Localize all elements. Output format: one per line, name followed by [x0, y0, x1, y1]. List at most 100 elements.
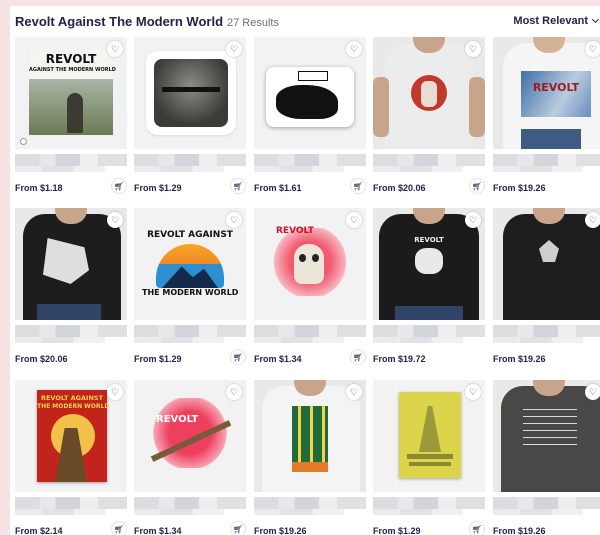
product-image[interactable]: REVOLT AGAINST THE MODERN WORLD ♡	[134, 208, 246, 320]
page-title: Revolt Against The Modern World 27 Result…	[15, 14, 279, 29]
product-title-redacted	[15, 154, 127, 166]
add-to-cart-icon[interactable]: 🛒︎	[469, 521, 485, 535]
add-to-cart-icon[interactable]: 🛒︎	[469, 178, 485, 194]
product-title-redacted	[134, 325, 246, 337]
product-price: From $19.26	[493, 526, 546, 535]
search-title: Revolt Against The Modern World	[15, 14, 224, 29]
product-card[interactable]: REVOLT ♡ From $1.34 🛒︎	[254, 208, 366, 376]
product-image[interactable]: ♡	[15, 208, 127, 320]
sticker-text-top: REVOLT AGAINST	[147, 230, 233, 240]
heart-icon[interactable]: ♡	[226, 41, 242, 57]
product-image[interactable]: ♡	[373, 37, 485, 149]
product-title-redacted	[373, 325, 485, 337]
product-card[interactable]: ♡ From $19.26	[493, 380, 600, 535]
add-to-cart-icon[interactable]: 🛒︎	[111, 521, 127, 535]
product-price: From $19.26	[493, 354, 546, 364]
product-image[interactable]: ♡	[493, 380, 600, 492]
product-subtitle-redacted	[493, 166, 583, 172]
product-image[interactable]: ♡	[254, 37, 366, 149]
color-option-dot[interactable]	[20, 138, 27, 145]
heart-icon[interactable]: ♡	[465, 212, 481, 228]
product-title-redacted	[254, 325, 366, 337]
sort-label: Most Relevant	[513, 15, 588, 27]
heart-icon[interactable]: ♡	[585, 384, 600, 400]
product-price: From $20.06	[373, 183, 426, 193]
product-price: From $1.34	[254, 354, 302, 364]
product-title-redacted	[493, 497, 600, 509]
product-card[interactable]: REVOLT ♡ From $1.34 🛒︎	[134, 380, 246, 535]
product-title-redacted	[493, 325, 600, 337]
product-card[interactable]: ♡ From $1.61 🛒︎	[254, 37, 366, 205]
product-card[interactable]: REVOLT AGAINST THE MODERN WORLD ♡ From $…	[134, 208, 246, 376]
results-count: 27 Results	[227, 17, 279, 29]
product-image[interactable]: ♡	[254, 380, 366, 492]
add-to-cart-icon[interactable]: 🛒︎	[230, 349, 246, 365]
add-to-cart-icon[interactable]: 🛒︎	[230, 178, 246, 194]
product-subtitle-redacted	[254, 166, 344, 172]
product-card[interactable]: REVOLT AGAINST THE MODERN WORLD ♡ From $…	[15, 37, 127, 205]
product-card[interactable]: REVOLT ♡ From $19.72	[373, 208, 485, 376]
heart-icon[interactable]: ♡	[346, 384, 362, 400]
product-image[interactable]: ♡	[493, 208, 600, 320]
product-title-redacted	[373, 497, 485, 509]
product-price: From $1.61	[254, 183, 302, 193]
product-card[interactable]: ♡ From $20.06	[15, 208, 127, 376]
heart-icon[interactable]: ♡	[226, 384, 242, 400]
heart-icon[interactable]: ♡	[346, 212, 362, 228]
product-price: From $1.29	[373, 526, 421, 535]
chevron-down-icon	[591, 15, 600, 24]
product-image[interactable]: REVOLT ♡	[493, 37, 600, 149]
product-title-redacted	[373, 154, 485, 166]
product-subtitle-redacted	[15, 166, 105, 172]
product-image[interactable]: REVOLT ♡	[134, 380, 246, 492]
product-image[interactable]: ♡	[373, 380, 485, 492]
sort-dropdown[interactable]: Most Relevant	[513, 15, 600, 27]
product-card[interactable]: REVOLT AGAINST THE MODERN WORLD ♡ From $…	[15, 380, 127, 535]
product-price: From $19.72	[373, 354, 426, 364]
add-to-cart-icon[interactable]: 🛒︎	[350, 178, 366, 194]
sticker-text-bottom: THE MODERN WORLD	[142, 288, 239, 297]
search-results-page: Revolt Against The Modern World 27 Result…	[10, 6, 600, 535]
product-subtitle-redacted	[134, 509, 224, 515]
product-card[interactable]: ♡ From $1.29 🛒︎	[134, 37, 246, 205]
product-card[interactable]: ♡ From $20.06 🛒︎	[373, 37, 485, 205]
add-to-cart-icon[interactable]: 🛒︎	[350, 349, 366, 365]
heart-icon[interactable]: ♡	[465, 384, 481, 400]
product-card[interactable]: ♡ From $19.26	[493, 208, 600, 376]
sticker-text: REVOLT	[276, 226, 314, 236]
product-price: From $19.26	[493, 183, 546, 193]
product-price: From $1.18	[15, 183, 63, 193]
product-image[interactable]: REVOLT AGAINST THE MODERN WORLD ♡	[15, 380, 127, 492]
product-subtitle-redacted	[373, 337, 463, 343]
product-image[interactable]: REVOLT ♡	[254, 208, 366, 320]
results-header: Revolt Against The Modern World 27 Result…	[15, 12, 600, 32]
sticker-artwork: REVOLT	[266, 222, 354, 302]
heart-icon[interactable]: ♡	[465, 41, 481, 57]
product-subtitle-redacted	[15, 337, 105, 343]
product-price: From $20.06	[15, 354, 68, 364]
sticker-artwork: REVOLT	[144, 394, 236, 472]
heart-icon[interactable]: ♡	[346, 41, 362, 57]
heart-icon[interactable]: ♡	[585, 212, 600, 228]
product-subtitle-redacted	[493, 509, 583, 515]
product-image[interactable]: REVOLT AGAINST THE MODERN WORLD ♡	[15, 37, 127, 149]
heart-icon[interactable]: ♡	[107, 212, 123, 228]
heart-icon[interactable]: ♡	[107, 384, 123, 400]
product-price: From $1.34	[134, 526, 182, 535]
product-card[interactable]: ♡ From $1.29 🛒︎	[373, 380, 485, 535]
sticker-artwork	[148, 53, 234, 133]
heart-icon[interactable]: ♡	[585, 41, 600, 57]
add-to-cart-icon[interactable]: 🛒︎	[111, 178, 127, 194]
heart-icon[interactable]: ♡	[226, 212, 242, 228]
product-image[interactable]: REVOLT ♡	[373, 208, 485, 320]
heart-icon[interactable]: ♡	[107, 41, 123, 57]
poster-title-line2: AGAINST THE MODERN WORLD	[29, 67, 116, 73]
product-price: From $2.14	[15, 526, 63, 535]
add-to-cart-icon[interactable]: 🛒︎	[230, 521, 246, 535]
product-card[interactable]: REVOLT ♡ From $19.26	[493, 37, 600, 205]
product-card[interactable]: ♡ From $19.26	[254, 380, 366, 535]
product-subtitle-redacted	[15, 509, 105, 515]
tshirt-print-text: REVOLT	[532, 81, 580, 94]
product-subtitle-redacted	[134, 337, 224, 343]
product-image[interactable]: ♡	[134, 37, 246, 149]
